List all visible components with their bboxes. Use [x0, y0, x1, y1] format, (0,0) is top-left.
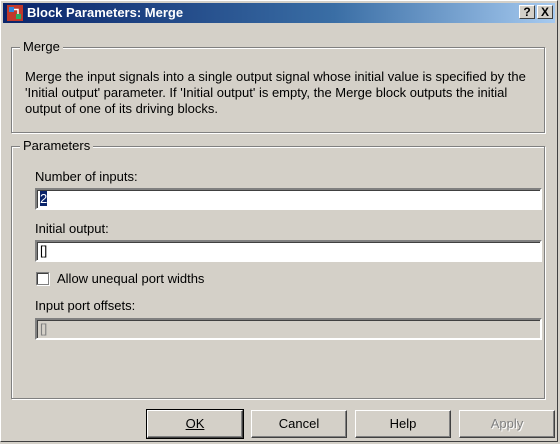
cancel-button-label: Cancel	[278, 416, 320, 431]
initial-output-field[interactable]: []	[35, 240, 542, 262]
parameters-group-legend: Parameters	[20, 139, 94, 153]
ok-button-label: OK	[185, 416, 205, 431]
title-help-button[interactable]: ?	[519, 5, 535, 19]
allow-unequal-port-widths-checkbox[interactable]	[36, 272, 49, 285]
cancel-button[interactable]: Cancel	[251, 410, 347, 438]
help-button[interactable]: Help	[355, 410, 451, 438]
simulink-block-icon	[7, 5, 23, 21]
number-of-inputs-field[interactable]: 2	[35, 188, 542, 210]
apply-button[interactable]: Apply	[459, 410, 555, 438]
dialog-window: Block Parameters: Merge ? X Merge Merge …	[0, 0, 558, 442]
title-close-button[interactable]: X	[537, 5, 553, 19]
apply-button-label: Apply	[490, 416, 524, 431]
title-bar[interactable]: Block Parameters: Merge ? X	[3, 3, 555, 23]
description-group-legend: Merge	[20, 40, 63, 54]
number-of-inputs-label: Number of inputs:	[35, 169, 138, 184]
input-port-offsets-label: Input port offsets:	[35, 298, 136, 313]
block-description: Merge the input signals into a single ou…	[25, 69, 526, 116]
number-of-inputs-value: 2	[40, 191, 48, 206]
ok-button[interactable]: OK	[146, 409, 244, 439]
help-button-label: Help	[389, 416, 417, 431]
initial-output-label: Initial output:	[35, 221, 109, 236]
input-port-offsets-field: []	[35, 318, 542, 340]
allow-unequal-port-widths-label: Allow unequal port widths	[57, 271, 205, 286]
window-title: Block Parameters: Merge	[27, 5, 184, 20]
